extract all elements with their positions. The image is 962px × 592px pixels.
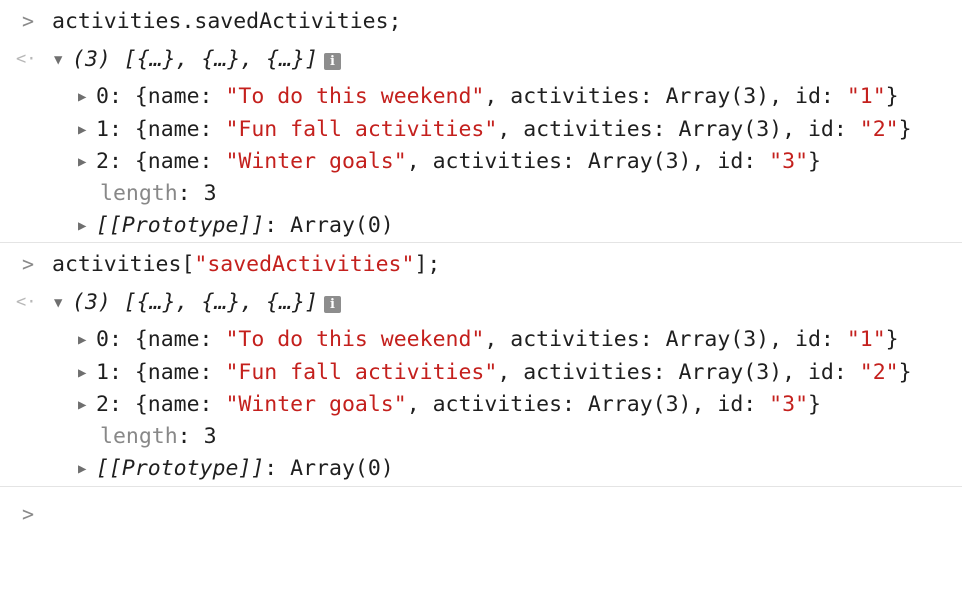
prompt-chevron-icon: > bbox=[22, 502, 35, 526]
collapsed-triangle-icon[interactable]: ▶ bbox=[78, 454, 96, 485]
prompt-chevron-icon: > bbox=[22, 9, 35, 33]
array-item-row[interactable]: ▶ 2: {name: "Winter goals", activities: A… bbox=[0, 146, 962, 177]
array-item-row[interactable]: ▶ 0: {name: "To do this weekend", activit… bbox=[0, 324, 962, 355]
info-icon[interactable]: i bbox=[323, 296, 341, 313]
info-icon[interactable]: i bbox=[323, 53, 341, 70]
array-item-row[interactable]: ▶ 1: {name: "Fun fall activities", activi… bbox=[0, 114, 962, 145]
result-arrow-icon: <· bbox=[16, 49, 37, 69]
console-input-line[interactable]: > bbox=[0, 499, 962, 530]
command-line: > activities.savedActivities; bbox=[0, 6, 962, 37]
collapsed-triangle-icon[interactable]: ▶ bbox=[78, 115, 96, 146]
console-entry: > activities.savedActivities; <· ▼ (3) [{… bbox=[0, 0, 962, 243]
result-arrow-icon: <· bbox=[16, 292, 37, 312]
devtools-console: > activities.savedActivities; <· ▼ (3) [{… bbox=[0, 0, 962, 528]
command-line: > activities["savedActivities"]; bbox=[0, 249, 962, 280]
expanded-triangle-icon[interactable]: ▼ bbox=[54, 288, 72, 319]
console-entry: > activities["savedActivities"]; <· ▼ (3)… bbox=[0, 243, 962, 487]
array-summary[interactable]: ▼ (3) [{…}, {…}, {…}] i bbox=[54, 287, 341, 319]
array-item-row[interactable]: ▶ 0: {name: "To do this weekend", activit… bbox=[0, 81, 962, 112]
length-row: length: 3 bbox=[100, 181, 217, 206]
expanded-triangle-icon[interactable]: ▼ bbox=[54, 45, 72, 76]
result-summary-line[interactable]: <· ▼ (3) [{…}, {…}, {…}] i bbox=[0, 44, 962, 75]
array-item-row[interactable]: ▶ 1: {name: "Fun fall activities", activi… bbox=[0, 357, 962, 388]
collapsed-triangle-icon[interactable]: ▶ bbox=[78, 358, 96, 389]
array-summary[interactable]: ▼ (3) [{…}, {…}, {…}] i bbox=[54, 44, 341, 76]
prototype-row[interactable]: ▶ [[Prototype]]: Array(0) bbox=[0, 210, 962, 241]
collapsed-triangle-icon[interactable]: ▶ bbox=[78, 82, 96, 113]
collapsed-triangle-icon[interactable]: ▶ bbox=[78, 325, 96, 356]
command-text: activities.savedActivities; bbox=[52, 9, 402, 34]
array-item-row[interactable]: ▶ 2: {name: "Winter goals", activities: A… bbox=[0, 389, 962, 420]
collapsed-triangle-icon[interactable]: ▶ bbox=[78, 147, 96, 178]
collapsed-triangle-icon[interactable]: ▶ bbox=[78, 211, 96, 242]
prototype-row[interactable]: ▶ [[Prototype]]: Array(0) bbox=[0, 453, 962, 484]
result-summary-line[interactable]: <· ▼ (3) [{…}, {…}, {…}] i bbox=[0, 287, 962, 318]
collapsed-triangle-icon[interactable]: ▶ bbox=[78, 390, 96, 421]
prompt-chevron-icon: > bbox=[22, 252, 35, 276]
length-row: length: 3 bbox=[100, 424, 217, 449]
command-text: activities["savedActivities"]; bbox=[52, 252, 441, 277]
